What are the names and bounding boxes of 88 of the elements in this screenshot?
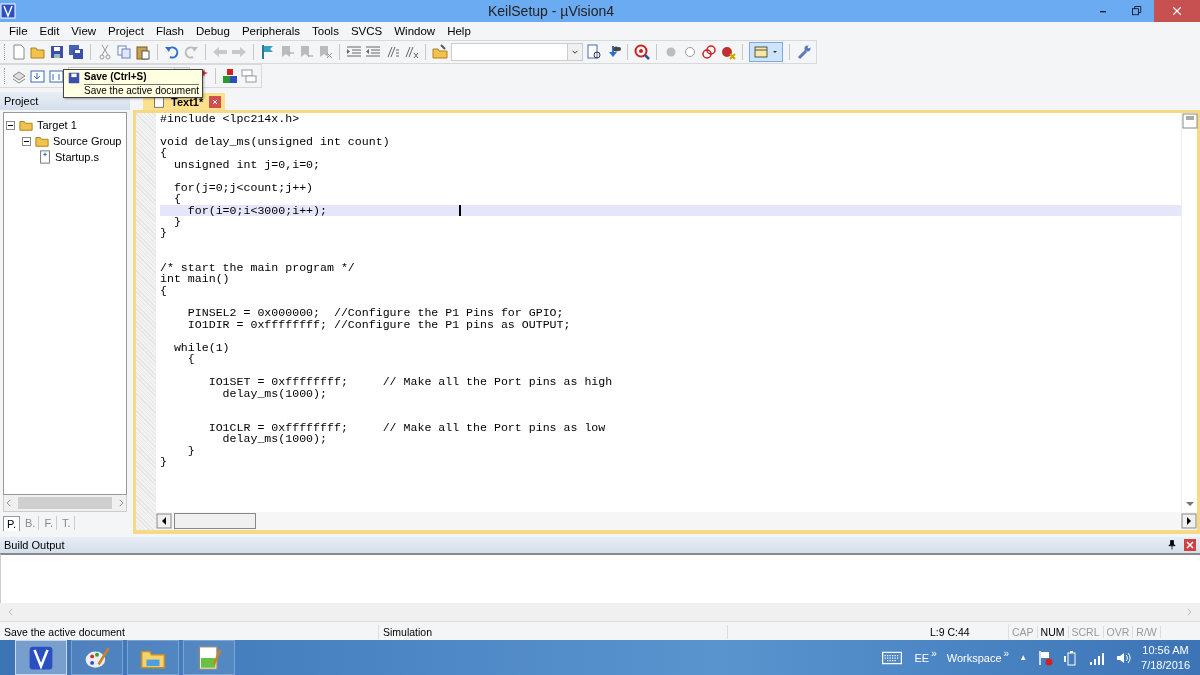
debug-magnifier-icon[interactable] xyxy=(634,44,650,60)
pin-icon[interactable] xyxy=(1166,539,1178,551)
scissors-icon[interactable] xyxy=(97,44,113,60)
colored-blocks-icon[interactable] xyxy=(222,68,238,84)
panel-tab[interactable]: P. xyxy=(3,515,20,531)
file-icon xyxy=(38,150,52,164)
notepad-icon[interactable] xyxy=(196,644,222,671)
restore-icon xyxy=(1131,5,1143,17)
menu-item[interactable]: Edit xyxy=(33,25,66,37)
horizontal-scrollbar[interactable] xyxy=(156,512,1181,530)
copy-icon[interactable] xyxy=(116,44,132,60)
tree-item[interactable]: Source Group xyxy=(53,135,122,147)
window-title: KeilSetup - µVision4 xyxy=(486,3,616,19)
taskbar-button[interactable] xyxy=(183,640,235,675)
menu-item[interactable]: Help xyxy=(441,25,477,37)
scroll-left-icon xyxy=(4,497,14,509)
status-indicator: R/W xyxy=(1133,626,1161,638)
breakpoint-clear-icon[interactable] xyxy=(720,44,736,60)
document-icon xyxy=(153,95,165,108)
status-indicator: OVR xyxy=(1103,626,1134,638)
wrench-icon[interactable] xyxy=(796,44,812,60)
undo-icon[interactable] xyxy=(164,44,180,60)
taskbar-toolbar[interactable]: Workspace xyxy=(946,651,1002,664)
cursor-position: L:9 C:44 xyxy=(926,625,1009,639)
close-icon xyxy=(1171,5,1183,17)
new-file-icon[interactable] xyxy=(11,44,27,60)
panel-title: Build Output xyxy=(4,539,65,551)
horizontal-scrollbar[interactable] xyxy=(3,495,127,512)
scroll-left-icon xyxy=(156,513,172,529)
taskbar-button[interactable] xyxy=(71,640,123,675)
scroll-left-icon xyxy=(6,606,16,618)
close-tab-button[interactable] xyxy=(209,95,222,108)
show-hidden-icons[interactable]: ▲ xyxy=(1019,653,1028,662)
status-indicator: CAP xyxy=(1009,626,1038,638)
unindent-icon[interactable] xyxy=(365,44,381,60)
build-icon[interactable] xyxy=(30,68,46,84)
folder-search-icon[interactable] xyxy=(432,44,448,60)
tree-item[interactable]: Startup.s xyxy=(55,151,100,163)
flag-icon[interactable] xyxy=(260,44,276,60)
rings-icon[interactable] xyxy=(701,44,717,60)
collapse-icon[interactable] xyxy=(22,136,31,146)
paste-icon[interactable] xyxy=(135,44,151,60)
scroll-right-icon xyxy=(1184,606,1194,618)
menu-item[interactable]: Tools xyxy=(306,25,345,37)
uvision-app-icon[interactable] xyxy=(28,644,54,671)
chevron[interactable]: » xyxy=(931,648,937,659)
status-indicator: NUM xyxy=(1037,626,1069,638)
status-message: Save the active document xyxy=(0,625,379,639)
comment-icon[interactable] xyxy=(384,44,400,60)
uncomment-icon[interactable] xyxy=(403,44,419,60)
scroll-right-icon xyxy=(116,497,126,509)
status-target: Simulation xyxy=(379,625,728,639)
menu-item[interactable]: SVCS xyxy=(344,25,389,37)
status-indicator: SCRL xyxy=(1068,626,1104,638)
menu-item[interactable]: View xyxy=(65,25,103,37)
indent-icon[interactable] xyxy=(346,44,362,60)
window-layout-button[interactable] xyxy=(749,42,783,62)
menu-item[interactable]: Flash xyxy=(149,25,190,37)
collapse-icon[interactable] xyxy=(6,120,15,130)
menu-item[interactable]: Debug xyxy=(190,25,236,37)
menu-item[interactable]: Project xyxy=(102,25,150,37)
taskbar-toolbar[interactable]: EE xyxy=(914,651,930,664)
save-all-icon[interactable] xyxy=(68,44,84,60)
scroll-right-icon xyxy=(1181,513,1197,529)
taskbar-button[interactable] xyxy=(15,640,67,675)
tooltip: Save (Ctrl+S) Save the active document xyxy=(63,69,204,98)
flag-icon[interactable] xyxy=(1037,649,1054,666)
close-icon xyxy=(211,97,220,106)
scroll-thumb[interactable] xyxy=(174,513,256,529)
tree-item[interactable]: Target 1 xyxy=(37,119,77,131)
vertical-scrollbar[interactable] xyxy=(1181,113,1197,512)
folder-icon xyxy=(34,134,50,148)
chevron[interactable]: » xyxy=(1003,648,1010,659)
menu-item[interactable]: Window xyxy=(388,25,442,37)
panel-title: Project xyxy=(4,95,39,107)
bookmark-clear-icon[interactable] xyxy=(317,44,333,60)
uvision-app-icon xyxy=(0,3,16,19)
folder-icon xyxy=(18,118,34,132)
menu-item[interactable]: File xyxy=(3,25,34,37)
save-icon xyxy=(67,71,81,85)
document-search-icon[interactable] xyxy=(586,44,602,60)
empty-circle-icon[interactable] xyxy=(682,44,698,60)
save-icon[interactable] xyxy=(49,44,65,60)
rebuild-icon[interactable] xyxy=(49,68,65,84)
close-icon[interactable] xyxy=(1184,539,1196,551)
window-icon xyxy=(753,44,769,60)
menu-item[interactable]: Peripherals xyxy=(235,25,307,37)
clock[interactable]: 10:56 AM 7/18/2016 xyxy=(1141,644,1190,671)
